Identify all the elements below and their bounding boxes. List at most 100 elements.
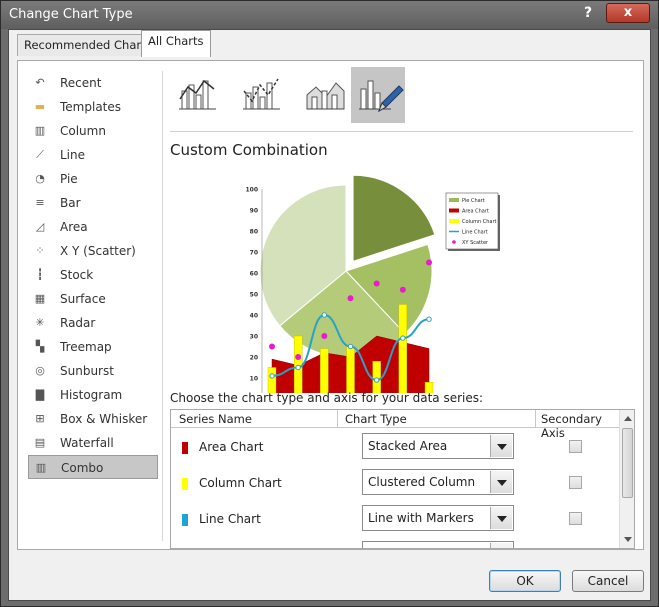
chart-type-dropdown[interactable]: Pie bbox=[362, 541, 514, 548]
sidebar-item-label: Histogram bbox=[60, 388, 123, 402]
combo-column-line-secondary-option[interactable] bbox=[234, 67, 288, 123]
y-tick-label: 60 bbox=[250, 271, 258, 278]
window-title: Change Chart Type bbox=[9, 7, 133, 22]
sidebar-item-surface[interactable]: ▦ Surface bbox=[28, 287, 158, 311]
tab-recommended-charts[interactable]: Recommended Charts bbox=[17, 34, 159, 56]
y-tick-label: 70 bbox=[250, 250, 258, 257]
y-tick-label: 100 bbox=[245, 187, 258, 194]
help-button[interactable]: ? bbox=[578, 3, 598, 23]
secondary-axis-checkbox[interactable] bbox=[569, 476, 582, 489]
dropdown-arrow-icon[interactable] bbox=[490, 435, 512, 457]
series-table-scrollbar[interactable] bbox=[619, 410, 634, 548]
line-marker bbox=[295, 364, 301, 371]
folder-icon: ▬ bbox=[34, 100, 46, 113]
chart-type-value: Pie bbox=[368, 547, 386, 548]
legend-entry: Area Chart bbox=[462, 209, 489, 215]
scrollbar-thumb[interactable] bbox=[622, 428, 633, 498]
chart-type-value: Line with Markers bbox=[368, 511, 474, 525]
scroll-down-arrow-icon[interactable] bbox=[624, 537, 632, 542]
series-row: Column Chart Clustered Column bbox=[171, 465, 620, 501]
sidebar-item-combo[interactable]: ▥ Combo bbox=[28, 455, 158, 479]
column-bar bbox=[346, 346, 355, 400]
legend-entry: Pie Chart bbox=[462, 198, 485, 204]
series-row: Area Chart Stacked Area bbox=[171, 429, 620, 465]
gallery-divider bbox=[170, 131, 633, 132]
sidebar-item-label: Bar bbox=[60, 196, 81, 210]
column-bar bbox=[372, 360, 381, 400]
column-divider bbox=[337, 410, 338, 428]
sidebar-item-histogram[interactable]: ▇ Histogram bbox=[28, 383, 158, 407]
line-marker bbox=[400, 335, 406, 341]
series-color-swatch bbox=[182, 478, 188, 490]
sidebar-item-label: Box & Whisker bbox=[60, 412, 148, 426]
dropdown-arrow-icon[interactable] bbox=[490, 543, 512, 548]
sidebar-item-label: Line bbox=[60, 148, 86, 162]
combo-area-column-icon bbox=[306, 82, 345, 110]
secondary-axis-checkbox[interactable] bbox=[569, 512, 582, 525]
column-header-series-name: Series Name bbox=[179, 412, 252, 426]
sidebar-item-label: Area bbox=[60, 220, 88, 234]
scatter-point bbox=[399, 286, 406, 293]
series-color-swatch bbox=[182, 514, 188, 526]
sidebar-item-label: Combo bbox=[61, 461, 104, 475]
sidebar-item-x-y-scatter[interactable]: ⁘ X Y (Scatter) bbox=[28, 239, 158, 263]
chart-preview: 0102030405060708090100SunMonTueWedThuFri… bbox=[218, 169, 538, 410]
custom-combination-option[interactable] bbox=[351, 67, 405, 123]
legend-swatch bbox=[449, 208, 459, 213]
line-marker bbox=[347, 343, 354, 350]
sidebar-item-pie[interactable]: ◔ Pie bbox=[28, 167, 158, 191]
scroll-up-arrow-icon[interactable] bbox=[624, 416, 632, 421]
legend-swatch bbox=[449, 198, 459, 202]
dropdown-arrow-icon[interactable] bbox=[490, 471, 512, 493]
sidebar-item-templates[interactable]: ▬ Templates bbox=[28, 95, 158, 119]
sidebar-item-area[interactable]: ◿ Area bbox=[28, 215, 158, 239]
sidebar-item-label: Treemap bbox=[60, 340, 112, 354]
ok-button[interactable]: OK bbox=[489, 570, 561, 592]
sidebar-item-column[interactable]: ▥ Column bbox=[28, 119, 158, 143]
title-bar[interactable]: Change Chart Type ? x bbox=[1, 1, 658, 29]
line-marker bbox=[321, 312, 328, 318]
sidebar-item-bar[interactable]: ≡ Bar bbox=[28, 191, 158, 215]
chart-type-dropdown[interactable]: Stacked Area bbox=[362, 433, 514, 459]
sidebar-item-label: Stock bbox=[60, 268, 94, 282]
sidebar-item-stock[interactable]: ┇ Stock bbox=[28, 263, 158, 287]
dropdown-arrow-icon[interactable] bbox=[490, 507, 512, 529]
series-table: Series Name Chart Type Secondary Axis Ar… bbox=[170, 409, 635, 549]
y-tick-label: 20 bbox=[250, 355, 258, 362]
series-name: Line Chart bbox=[199, 512, 261, 526]
close-button[interactable]: x bbox=[606, 3, 650, 23]
column-bar bbox=[267, 367, 277, 400]
chart-type-dropdown[interactable]: Line with Markers bbox=[362, 505, 514, 531]
combo-area-column-option[interactable] bbox=[298, 67, 352, 123]
secondary-axis-checkbox[interactable] bbox=[569, 548, 582, 549]
combo-clustered-column-line-option[interactable] bbox=[170, 67, 224, 123]
y-tick-label: 80 bbox=[250, 229, 258, 236]
legend-entry: Column Chart bbox=[462, 219, 497, 225]
scatter-point bbox=[269, 343, 275, 350]
line-marker bbox=[373, 377, 380, 383]
subtype-heading: Custom Combination bbox=[170, 141, 328, 159]
scatter-point bbox=[321, 333, 328, 339]
sidebar-item-label: Column bbox=[60, 124, 106, 138]
chart-type-dropdown[interactable]: Clustered Column bbox=[362, 469, 514, 495]
secondary-axis-checkbox[interactable] bbox=[569, 440, 582, 453]
sidebar-item-radar[interactable]: ✳ Radar bbox=[28, 311, 158, 335]
sidebar-item-recent[interactable]: ↶ Recent bbox=[28, 71, 158, 95]
dialog-body: Recommended Charts All Charts ↶ Recent ▬ Te… bbox=[8, 29, 651, 601]
line-marker bbox=[269, 373, 275, 379]
y-tick-label: 90 bbox=[250, 208, 258, 215]
line-marker bbox=[426, 316, 432, 322]
legend-entry: Line Chart bbox=[462, 230, 488, 236]
sidebar-item-waterfall[interactable]: ▤ Waterfall bbox=[28, 431, 158, 455]
cancel-button[interactable]: Cancel bbox=[572, 570, 644, 592]
column-divider bbox=[535, 410, 536, 428]
histogram-icon: ▇ bbox=[35, 388, 45, 401]
tab-all-charts[interactable]: All Charts bbox=[141, 30, 211, 57]
sidebar-item-sunburst[interactable]: ◎ Sunburst bbox=[28, 359, 158, 383]
sidebar-item-box-whisker[interactable]: ⊞ Box & Whisker bbox=[28, 407, 158, 431]
custom-combination-pencil-icon bbox=[359, 80, 404, 113]
y-tick-label: 10 bbox=[250, 376, 258, 383]
all-charts-panel: ↶ Recent ▬ Templates ▥ Column ⟋ Line ◔ Pie ≡ Bar ◿ Ar… bbox=[17, 60, 644, 550]
sidebar-item-treemap[interactable]: ▚ Treemap bbox=[28, 335, 158, 359]
sidebar-item-line[interactable]: ⟋ Line bbox=[28, 143, 158, 167]
